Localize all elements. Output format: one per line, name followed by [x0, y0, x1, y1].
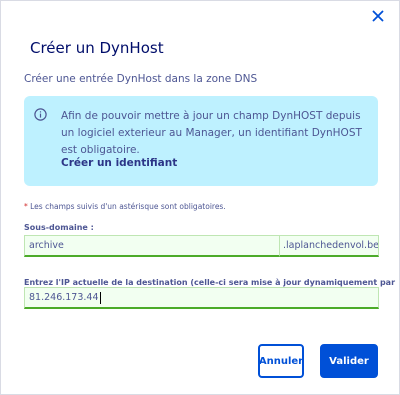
info-text: Afin de pouvoir mettre à jour un champ D…: [61, 110, 362, 156]
text-cursor: [99, 291, 101, 304]
subdomain-input[interactable]: archive: [24, 235, 280, 257]
ip-input[interactable]: 81.246.173.44: [24, 287, 379, 309]
info-message: Afin de pouvoir mettre à jour un champ D…: [24, 96, 378, 186]
create-dynhost-dialog: Créer un DynHost Créer une entrée DynHos…: [0, 0, 400, 395]
ip-field: 81.246.173.44: [24, 287, 379, 309]
subdomain-value: archive: [29, 240, 64, 251]
close-button[interactable]: [368, 6, 388, 26]
close-icon: [372, 10, 384, 22]
ip-value: 81.246.173.44: [29, 292, 99, 303]
dialog-subtitle: Créer une entrée DynHost dans la zone DN…: [24, 73, 258, 85]
domain-suffix: .laplanchedenvol.be: [280, 235, 379, 257]
info-icon: [34, 108, 47, 121]
subdomain-label: Sous-domaine :: [24, 223, 94, 232]
dialog-title: Créer un DynHost: [30, 39, 164, 57]
required-note-text: Les champs suivis d'un astérisque sont o…: [30, 202, 226, 211]
subdomain-field: archive .laplanchedenvol.be: [24, 235, 379, 257]
create-identifier-link[interactable]: Créer un identifiant: [61, 157, 177, 169]
required-asterisk: *: [24, 202, 28, 211]
submit-button[interactable]: Valider: [320, 344, 378, 378]
required-fields-note: * Les champs suivis d'un astérisque sont…: [24, 202, 226, 211]
cancel-button[interactable]: Annuler: [258, 344, 304, 378]
